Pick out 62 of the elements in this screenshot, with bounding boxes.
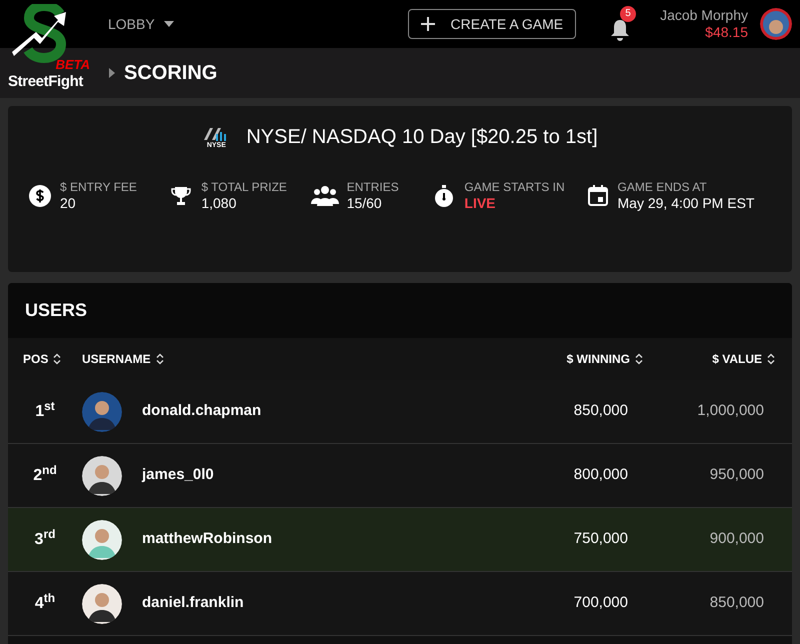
winning-cell-text: 700,000	[572, 593, 629, 614]
avatar-icon	[82, 520, 122, 560]
beta-label: BETA	[56, 58, 90, 71]
stat-label: ENTRIES	[346, 180, 399, 195]
trophy-icon	[169, 184, 194, 208]
notifications-button[interactable]: 5	[604, 6, 636, 42]
balance: $48.15	[705, 24, 748, 42]
column-header[interactable]: $ VALUE	[712, 350, 776, 368]
stat-label: GAME ENDS AT	[618, 180, 708, 195]
username: matthewRobinson	[141, 529, 273, 550]
stat-value: May 29, 4:00 PM EST	[618, 195, 754, 212]
value-cell-text: 1,000,000	[696, 401, 765, 422]
notification-badge: 5	[620, 6, 636, 22]
calendar-icon	[586, 184, 610, 208]
position: 3$^{rd}$	[34, 528, 56, 550]
bell-icon	[610, 18, 630, 42]
table-row[interactable]: 3$^{rd}$ matthewRobinson 750,000 900,000	[8, 508, 792, 572]
winning-cell-text: 800,000	[572, 465, 629, 486]
people-icon	[310, 184, 339, 208]
avatar-icon	[82, 392, 122, 432]
username: daniel.franklin	[141, 593, 245, 614]
dollar-icon	[28, 184, 52, 208]
sort-icon	[154, 353, 165, 365]
stat-label: GAME STARTS IN	[464, 180, 565, 195]
stat-value: LIVE	[464, 195, 497, 212]
user-name: Jacob Morphy	[660, 6, 748, 24]
sort-icon	[52, 353, 62, 365]
stat-value: 15/60	[346, 195, 383, 212]
section-title: USERS	[25, 299, 88, 322]
position: 1$^{st}$	[34, 400, 56, 422]
column-header[interactable]: POS	[23, 350, 62, 368]
caret-icon	[162, 20, 175, 28]
table-row[interactable]: 2$^{nd}$ james_0l0 800,000 950,000	[8, 444, 792, 508]
value-cell-text: 900,000	[708, 529, 765, 550]
stat-label: $ TOTAL PRIZE	[201, 180, 287, 195]
avatar-icon	[82, 456, 122, 496]
stat-value: 20	[60, 195, 77, 212]
sort-icon	[634, 353, 644, 365]
value-cell-text: 850,000	[708, 593, 765, 614]
lobby-menu[interactable]: LOBBY	[108, 14, 175, 34]
username: donald.chapman	[141, 401, 262, 422]
avatar-icon[interactable]	[760, 8, 792, 40]
avatar-icon	[82, 584, 122, 624]
page-title: SCORING	[124, 61, 218, 86]
column-header[interactable]: USERNAME	[82, 350, 165, 368]
create-game-button[interactable]: CREATE A GAME	[408, 9, 576, 39]
column-header[interactable]: $ WINNING	[566, 350, 644, 368]
position: 4$^{th}$	[34, 592, 56, 614]
winning-cell-text: 850,000	[572, 401, 629, 422]
winning-cell-text: 750,000	[572, 529, 629, 550]
game-title: NYSE/ NASDAQ 10 Day [$20.25 to 1st]	[246, 125, 598, 150]
sort-icon	[766, 353, 776, 365]
position: 2$^{nd}$	[32, 464, 58, 486]
username: james_0l0	[140, 465, 215, 486]
table-row[interactable]: 1$^{st}$ donald.chapman 850,000 1,000,000	[8, 380, 792, 444]
logo-name: StreetFight	[8, 74, 84, 89]
caret-icon	[108, 68, 116, 78]
stat-value: 1,080	[201, 195, 238, 212]
plus-icon	[420, 17, 435, 31]
stat-label: $ ENTRY FEE	[60, 180, 137, 195]
value-cell-text: 950,000	[708, 465, 765, 486]
table-row[interactable]: 4$^{th}$ daniel.franklin 700,000 850,000	[8, 572, 792, 636]
